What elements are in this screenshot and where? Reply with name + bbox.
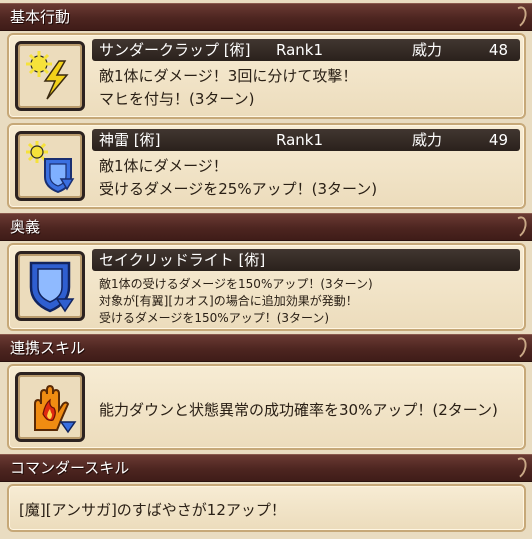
section-title: 奥義: [10, 218, 41, 236]
description-line: 受けるダメージを25%アップ！(3ターン): [99, 180, 378, 198]
skill-icon-frame: [15, 251, 85, 321]
skill-icon-frame: [15, 372, 85, 442]
swirl-ornament-icon: [508, 455, 530, 481]
section-title: 連携スキル: [10, 339, 86, 357]
skill-card-thunderclap[interactable]: サンダークラップ [術] Rank1 威力 48 敵1体にダメージ！3回に分けて…: [7, 33, 526, 119]
link-skill-card[interactable]: 能力ダウンと状態異常の成功確率を30%アップ！(2ターン): [7, 364, 526, 450]
description-line: 対象が[有翼][カオス]の場合に追加効果が発動！: [99, 294, 358, 308]
shield-down-icon: [29, 261, 75, 313]
skill-description: 敵1体にダメージ！3回に分けて攻撃！ マヒを付与！(3ターン): [99, 65, 518, 111]
skill-rank: Rank1: [276, 41, 324, 59]
description-line: マヒを付与！(3ターン): [99, 90, 255, 108]
commander-skill-card[interactable]: [魔][アンサガ]のすばやさが12アップ！: [7, 484, 526, 532]
skill-description: 敵1体の受けるダメージを150%アップ！(3ターン) 対象が[有翼][カオス]の…: [99, 276, 518, 327]
skill-name: セイクリッドライト [術]: [99, 251, 266, 269]
power-value: 49: [488, 131, 508, 149]
skill-name: サンダークラップ [術]: [99, 41, 251, 59]
link-skill-description: 能力ダウンと状態異常の成功確率を30%アップ！(2ターン): [99, 401, 498, 419]
power-label: 威力: [412, 131, 443, 149]
description-line: 敵1体にダメージ！3回に分けて攻撃！: [99, 67, 358, 85]
power-value: 48: [488, 41, 508, 59]
thunder-shield-icon: [26, 141, 75, 193]
power-label: 威力: [412, 41, 443, 59]
section-header-basic: 基本行動: [0, 3, 532, 31]
swirl-ornament-icon: [508, 335, 530, 361]
skill-icon-frame: [15, 41, 85, 111]
skill-name-bar: サンダークラップ [術] Rank1 威力 48: [92, 39, 520, 61]
section-header-link: 連携スキル: [0, 334, 532, 362]
section-title: コマンダースキル: [10, 459, 130, 477]
section-title: 基本行動: [10, 8, 71, 26]
thunder-bolt-icon: [26, 51, 69, 100]
swirl-ornament-icon: [508, 214, 530, 240]
description-line: 受けるダメージを150%アップ！(3ターン): [99, 311, 330, 325]
skill-name-bar: セイクリッドライト [術]: [92, 249, 520, 271]
description-line: 敵1体の受けるダメージを150%アップ！(3ターン): [99, 277, 373, 291]
hand-flame-icon: [34, 384, 77, 434]
skill-name: 神雷 [術]: [99, 131, 161, 149]
commander-skill-description: [魔][アンサガ]のすばやさが12アップ！: [19, 501, 286, 519]
skill-rank: Rank1: [276, 131, 324, 149]
section-header-commander: コマンダースキル: [0, 454, 532, 482]
swirl-ornament-icon: [508, 4, 530, 30]
skill-card-sacred-light[interactable]: セイクリッドライト [術] 敵1体の受けるダメージを150%アップ！(3ターン)…: [7, 243, 526, 331]
skill-name-bar: 神雷 [術] Rank1 威力 49: [92, 129, 520, 151]
skill-description: 敵1体にダメージ！ 受けるダメージを25%アップ！(3ターン): [99, 155, 518, 201]
skill-icon-frame: [15, 131, 85, 201]
section-header-ougi: 奥義: [0, 213, 532, 241]
description-line: 敵1体にダメージ！: [99, 157, 228, 175]
skill-card-shinrai[interactable]: 神雷 [術] Rank1 威力 49 敵1体にダメージ！ 受けるダメージを25%…: [7, 123, 526, 209]
